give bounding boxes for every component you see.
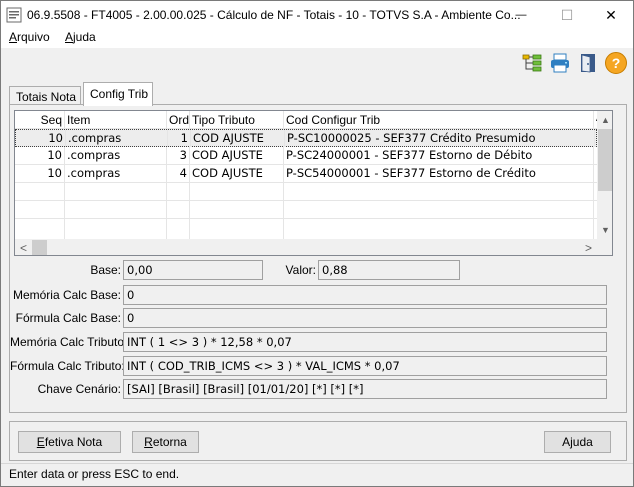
grid-vertical-scrollbar[interactable]: ▲ ▼ [597,111,612,239]
app-window: 06.9.5508 - FT4005 - 2.00.00.025 - Cálcu… [0,0,634,487]
cell-empty [190,219,284,239]
config-trib-grid[interactable]: Seq Item Ord Tipo Tributo Cod Configur T… [14,110,613,256]
formula-calc-base-label: Fórmula Calc Base: [15,311,121,325]
base-field[interactable]: 0,00 [123,260,263,280]
cell-cod-configur-trib: P-SC54000001 - SEF377 Estorno de Crédito [284,165,594,182]
col-header-item[interactable]: Item [65,111,167,129]
minimize-button[interactable]: — [499,1,543,29]
retorna-button[interactable]: Retorna [132,431,199,453]
valor-label: Valor: [285,263,316,277]
cell-empty [190,183,284,200]
table-row[interactable]: 10 .compras 1 COD AJUSTE P-SC10000025 - … [15,129,597,147]
cell-empty [15,183,65,200]
tab-panel-config-trib: Seq Item Ord Tipo Tributo Cod Configur T… [9,104,627,413]
grid-header: Seq Item Ord Tipo Tributo Cod Configur T… [15,111,599,129]
cell-empty [15,201,65,218]
cell-item: .compras [66,130,168,147]
chave-cenario-label: Chave Cenário: [37,382,121,396]
cell-item: .compras [65,165,167,182]
cell-empty [65,219,167,239]
cell-seq: 10 [15,147,65,164]
scroll-up-icon[interactable]: ▲ [597,111,612,128]
table-row[interactable]: 10 .compras 3 COD AJUSTE P-SC24000001 - … [15,147,597,165]
horizontal-scroll-thumb[interactable] [32,240,47,255]
formula-calc-tributo-label: Fórmula Calc Tributo: [10,359,125,373]
cell-empty [190,201,284,218]
memoria-calc-tributo-field[interactable]: INT ( 1 <> 3 ) * 12,58 * 0,07 [123,332,607,352]
printer-icon[interactable] [549,52,571,74]
scroll-left-icon[interactable]: < [15,239,32,255]
close-icon: ✕ [605,6,617,23]
menu-ajuda[interactable]: Ajuda [65,30,96,44]
scroll-right-icon[interactable]: > [580,239,597,255]
window-title: 06.9.5508 - FT4005 - 2.00.00.025 - Cálcu… [27,8,521,22]
cell-empty [15,219,65,239]
cell-cod-configur-trib: P-SC10000025 - SEF377 Crédito Presumido [285,130,595,147]
grid-horizontal-scrollbar[interactable]: < > [15,239,597,255]
cell-empty [65,201,167,218]
cell-tipo-tributo: COD AJUSTE [190,165,284,182]
col-header-tipo-tributo[interactable]: Tipo Tributo [190,111,284,129]
cell-empty [65,183,167,200]
cell-empty [167,219,190,239]
tab-config-trib[interactable]: Config Trib [83,82,153,106]
title-bar: 06.9.5508 - FT4005 - 2.00.00.025 - Cálcu… [1,1,633,29]
cell-empty [167,201,190,218]
formula-calc-base-field[interactable]: 0 [123,308,607,328]
formula-calc-tributo-field[interactable]: INT ( COD_TRIB_ICMS <> 3 ) * VAL_ICMS * … [123,356,607,376]
tab-strip: Totais Nota Config Trib [9,81,629,106]
tab-totais-nota[interactable]: Totais Nota [9,86,81,106]
maximize-button[interactable]: ☐ [545,1,589,29]
col-header-ord[interactable]: Ord [167,111,190,129]
ajuda-button[interactable]: Ajuda [544,431,611,453]
cell-seq: 10 [16,130,66,147]
valor-field[interactable]: 0,88 [318,260,460,280]
cell-empty [284,219,594,239]
menu-arquivo[interactable]: Arquivo [9,30,50,44]
col-header-cod-configur-trib[interactable]: Cod Configur Trib [284,111,594,129]
table-row[interactable]: 10 .compras 4 COD AJUSTE P-SC54000001 - … [15,165,597,183]
memoria-calc-base-label: Memória Calc Base: [12,288,121,302]
table-row-empty [15,201,597,219]
cell-item: .compras [65,147,167,164]
vertical-scroll-thumb[interactable] [598,129,612,191]
status-text: Enter data or press ESC to end. [9,467,180,481]
status-bar: Enter data or press ESC to end. [1,463,633,486]
scroll-down-icon[interactable]: ▼ [597,221,612,238]
maximize-icon: ☐ [560,6,574,23]
chave-cenario-field[interactable]: [SAI] [Brasil] [Brasil] [01/01/20] [*] [… [123,379,607,399]
app-icon [6,7,22,23]
cell-empty [284,183,594,200]
base-label: Base: [90,263,121,277]
tree-icon[interactable] [521,52,543,74]
table-row-empty [15,219,597,239]
efetiva-nota-button[interactable]: Efetiva Nota [18,431,121,453]
scroll-corner [597,239,612,255]
minimize-icon: — [515,9,527,21]
exit-door-icon[interactable] [577,52,599,74]
toolbar: ? [1,48,633,77]
cell-ord: 1 [168,130,191,147]
cell-ord: 4 [167,165,190,182]
help-icon[interactable]: ? [605,52,627,74]
button-bar: Efetiva Nota Retorna Ajuda [9,421,627,461]
memoria-calc-tributo-label: Memória Calc Tributo: [10,335,128,349]
cell-tipo-tributo: COD AJUSTE [191,130,285,147]
menu-bar: Arquivo Ajuda [1,29,633,48]
cell-ord: 3 [167,147,190,164]
memoria-calc-base-field[interactable]: 0 [123,285,607,305]
cell-empty [167,183,190,200]
cell-empty [284,201,594,218]
table-row-empty [15,183,597,201]
cell-cod-configur-trib: P-SC24000001 - SEF377 Estorno de Débito [284,147,594,164]
cell-tipo-tributo: COD AJUSTE [190,147,284,164]
col-header-seq[interactable]: Seq [15,111,65,129]
cell-seq: 10 [15,165,65,182]
close-button[interactable]: ✕ [589,1,633,29]
